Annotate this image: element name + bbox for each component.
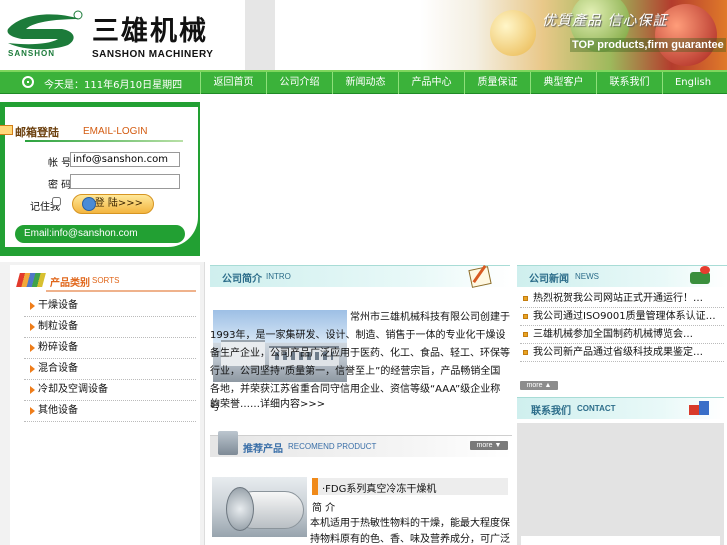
arrow-right-icon xyxy=(30,323,35,331)
email-login-panel: 邮箱登陆 EMAIL-LOGIN 帐 号: 密 码: 记住我 登 陆>>> Em… xyxy=(0,102,200,256)
intro-title-en: INTRO xyxy=(266,272,291,281)
arrow-right-icon xyxy=(30,344,35,352)
email-address-bar: Email:info@sanshon.com xyxy=(15,225,185,243)
logo-en-small: SANSHON xyxy=(8,49,56,58)
login-title-underline xyxy=(25,140,183,142)
nav-item-quality[interactable]: 质量保证 xyxy=(464,72,530,94)
category-label: 混合设备 xyxy=(38,363,78,374)
logo[interactable]: SANSHON 三雄机械 SANSHON MACHINERY xyxy=(4,5,244,63)
contact-box-inner xyxy=(521,536,720,545)
login-button[interactable]: 登 陆>>> xyxy=(72,194,154,214)
category-item[interactable]: 粉碎设备 xyxy=(24,338,196,359)
remember-checkbox[interactable] xyxy=(52,197,61,206)
header-divider xyxy=(245,0,275,70)
category-item[interactable]: 其他设备 xyxy=(24,401,196,422)
arrow-right-icon xyxy=(30,302,35,310)
product-sub-label: 简 介 xyxy=(312,503,336,514)
news-item-label: 我公司通过ISO9001质量管理体系认证… xyxy=(533,311,716,322)
recommend-title-cn: 推荐产品 xyxy=(243,444,283,455)
dryer-door xyxy=(226,487,254,531)
category-list: 干燥设备 制粒设备 粉碎设备 混合设备 冷却及空调设备 其他设备 xyxy=(24,296,196,422)
news-more-button[interactable]: more ▲ xyxy=(520,381,558,390)
category-label: 粉碎设备 xyxy=(38,342,78,353)
news-item-label: 三雄机械参加全国制药机械博览会… xyxy=(533,329,693,340)
company-name-cn: 三雄机械 xyxy=(92,16,208,47)
bullet-icon xyxy=(523,332,528,337)
categories-title-en: SORTS xyxy=(92,276,120,285)
nav-item-contact[interactable]: 联系我们 xyxy=(596,72,662,94)
arrow-right-icon xyxy=(30,407,35,415)
login-button-label: 登 陆>>> xyxy=(94,198,143,209)
nav-item-home[interactable]: 返回首页 xyxy=(200,72,266,94)
envelope-icon xyxy=(0,125,13,135)
arrow-right-icon xyxy=(30,386,35,394)
category-item[interactable]: 冷却及空调设备 xyxy=(24,380,196,401)
header: SANSHON 三雄机械 SANSHON MACHINERY 优質產品 信心保証… xyxy=(0,0,727,70)
contact-icon xyxy=(689,399,711,419)
product-categories-panel: 产品类别 SORTS 干燥设备 制粒设备 粉碎设备 混合设备 冷却及空调设备 其… xyxy=(0,262,205,545)
nav-menu: 返回首页 公司介绍 新闻动态 产品中心 质量保证 典型客户 联系我们 Engli… xyxy=(200,72,723,94)
bullet-icon xyxy=(523,350,528,355)
product-icon xyxy=(218,431,238,455)
current-date: 今天是：111年6月10日星期四 xyxy=(44,80,183,91)
sanshon-logo-icon xyxy=(7,10,83,50)
recommend-section-header: 推荐产品 RECOMEND PRODUCT xyxy=(210,435,512,457)
nav-item-products[interactable]: 产品中心 xyxy=(398,72,464,94)
user-icon xyxy=(82,197,96,211)
banner-slogan-en: TOP products,firm guarantee xyxy=(570,38,726,52)
nav-item-about[interactable]: 公司介绍 xyxy=(266,72,332,94)
news-item-label: 热烈祝贺我公司网站正式开通运行！… xyxy=(533,293,703,304)
contact-title-en: CONTACT xyxy=(577,404,616,413)
news-item-label: 我公司新产品通过省级科技成果鉴定… xyxy=(533,347,703,358)
recommend-title-en: RECOMEND PRODUCT xyxy=(288,442,377,451)
clock-icon xyxy=(22,76,34,88)
category-item[interactable]: 混合设备 xyxy=(24,359,196,380)
main-nav: 今天是：111年6月10日星期四 返回首页 公司介绍 新闻动态 产品中心 质量保… xyxy=(0,70,727,94)
recommend-more-button[interactable]: more ▼ xyxy=(470,441,508,450)
category-item[interactable]: 干燥设备 xyxy=(24,296,196,317)
login-title-cn: 邮箱登陆 xyxy=(15,126,59,139)
news-title-cn: 公司新闻 xyxy=(529,274,569,285)
news-item[interactable]: 三雄机械参加全国制药机械博览会… xyxy=(520,326,724,344)
intro-read-more-link[interactable]: 的荣誉……详细内容>>> xyxy=(210,395,325,410)
bullet-icon xyxy=(523,296,528,301)
product-photo[interactable] xyxy=(212,477,307,537)
contact-title-cn: 联系我们 xyxy=(531,406,571,417)
categories-title-underline xyxy=(46,290,196,292)
product-description: 本机适用于热敏性物料的干燥，能最大程度保持物料原有的色、香、味及营养成分，可广泛… xyxy=(310,518,510,545)
banner-fruit-image xyxy=(490,10,536,56)
news-item[interactable]: 我公司新产品通过省级科技成果鉴定… xyxy=(520,344,724,362)
username-input[interactable] xyxy=(70,152,180,167)
category-label: 冷却及空调设备 xyxy=(38,384,108,395)
news-icon xyxy=(688,266,714,286)
intro-title-cn: 公司简介 xyxy=(222,274,262,285)
categories-title-cn: 产品类别 xyxy=(50,278,90,289)
email-login-box: 邮箱登陆 EMAIL-LOGIN 帐 号: 密 码: 记住我 登 陆>>> Em… xyxy=(0,107,198,247)
news-title-en: NEWS xyxy=(575,272,599,281)
intro-section-header: 公司简介 INTRO xyxy=(210,265,510,287)
category-item[interactable]: 制粒设备 xyxy=(24,317,196,338)
banner-slogan-cn: 优質產品 信心保証 xyxy=(542,13,668,29)
categories-icon xyxy=(16,273,46,287)
title-marker xyxy=(312,478,318,495)
product-title: ·FDG系列真空冷冻干燥机 xyxy=(322,484,437,495)
category-label: 其他设备 xyxy=(38,405,78,416)
notepad-icon xyxy=(470,262,494,288)
news-item[interactable]: 我公司通过ISO9001质量管理体系认证… xyxy=(520,308,724,326)
nav-item-english[interactable]: English xyxy=(662,72,723,94)
bullet-icon xyxy=(523,314,528,319)
arrow-right-icon xyxy=(30,365,35,373)
company-name-en: SANSHON MACHINERY xyxy=(92,49,214,60)
product-title-bar[interactable]: ·FDG系列真空冷冻干燥机 xyxy=(312,478,508,495)
header-banner: 优質產品 信心保証 TOP products,firm guarantee xyxy=(420,0,727,70)
category-label: 制粒设备 xyxy=(38,321,78,332)
news-item[interactable]: 热烈祝贺我公司网站正式开通运行！… xyxy=(520,290,724,308)
password-input[interactable] xyxy=(70,174,180,189)
nav-item-clients[interactable]: 典型客户 xyxy=(530,72,596,94)
login-title-en: EMAIL-LOGIN xyxy=(83,126,148,137)
contact-box xyxy=(517,423,724,545)
nav-item-news[interactable]: 新闻动态 xyxy=(332,72,398,94)
category-label: 干燥设备 xyxy=(38,300,78,311)
news-list: 热烈祝贺我公司网站正式开通运行！… 我公司通过ISO9001质量管理体系认证… … xyxy=(520,290,724,362)
